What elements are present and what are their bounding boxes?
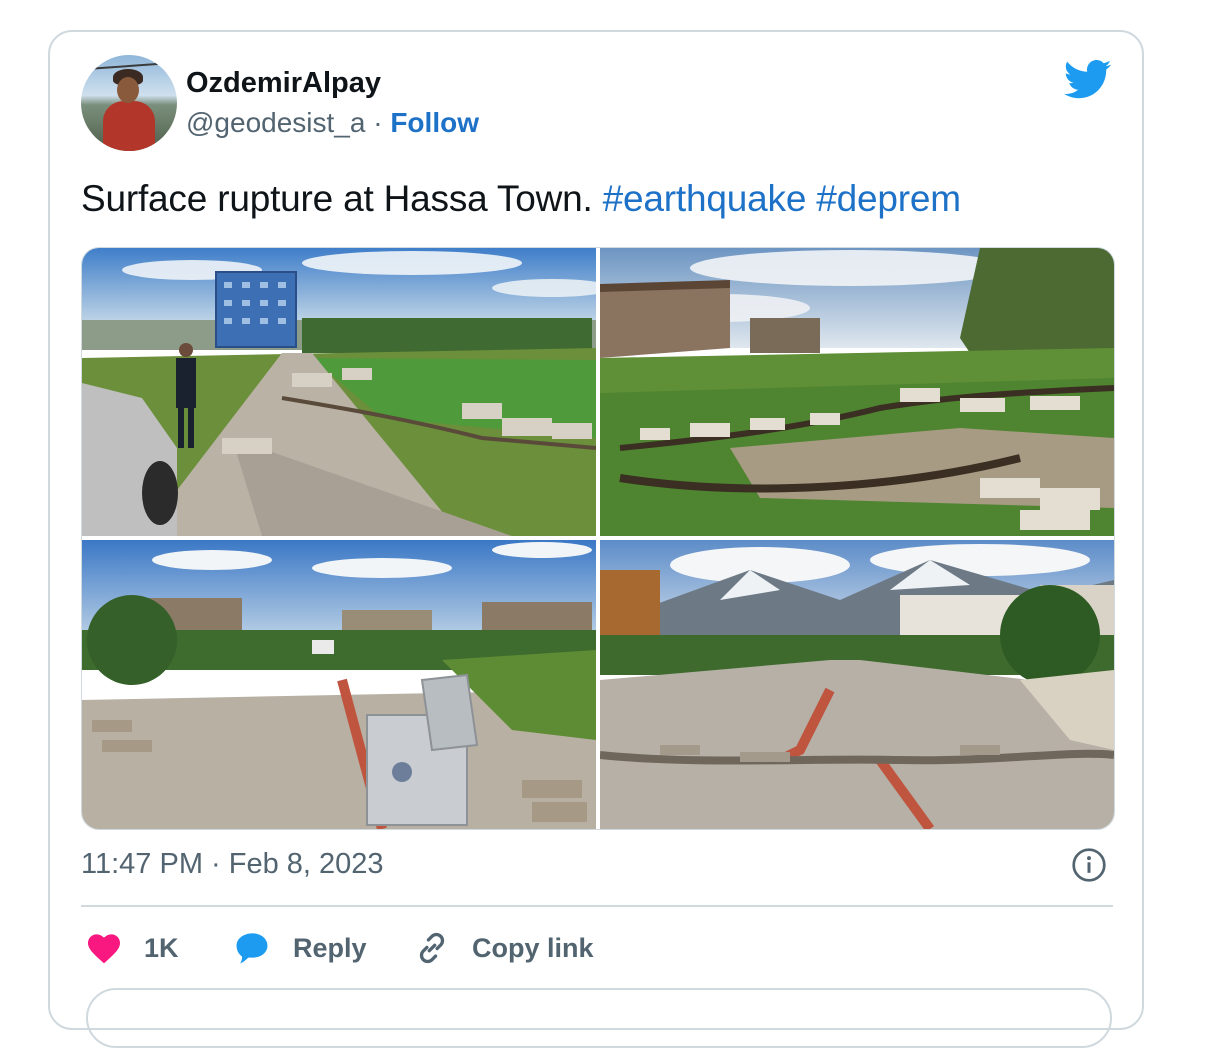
author-handle[interactable]: @geodesist_a	[186, 107, 365, 138]
avatar-torso	[103, 101, 155, 151]
author-name[interactable]: OzdemirAlpay	[186, 67, 381, 100]
copy-link-button[interactable]: Copy link	[414, 928, 594, 968]
handle-separator: ·	[365, 107, 391, 138]
like-button[interactable]: 1K	[86, 928, 179, 968]
twitter-bird-icon[interactable]	[1064, 60, 1112, 100]
avatar-head	[117, 77, 139, 103]
tweet-text: Surface rupture at Hassa Town. #earthqua…	[81, 178, 961, 220]
read-replies-button[interactable]	[86, 988, 1112, 1048]
follow-button[interactable]: Follow	[390, 107, 479, 138]
media-grid	[81, 247, 1115, 830]
copy-link-label: Copy link	[472, 932, 594, 963]
media-photo-2[interactable]	[600, 248, 1114, 536]
media-photo-3[interactable]	[82, 540, 596, 829]
info-icon[interactable]	[1071, 847, 1107, 883]
photo-street-container-image	[82, 540, 596, 829]
photo-street-mountains-image	[600, 540, 1114, 829]
hashtag-earthquake[interactable]: #earthquake	[603, 178, 807, 219]
tweet-timestamp[interactable]: 11:47 PM · Feb 8, 2023	[81, 848, 384, 881]
divider	[81, 905, 1113, 907]
speech-bubble-icon	[236, 933, 268, 964]
hashtag-space	[806, 178, 816, 219]
tweet-body: Surface rupture at Hassa Town.	[81, 178, 603, 219]
reply-label: Reply	[293, 932, 367, 963]
photo-road-rupture-image	[82, 248, 596, 536]
photo-field-rupture-image	[600, 248, 1114, 536]
avatar[interactable]	[81, 55, 177, 151]
handle-row: @geodesist_a · Follow	[186, 107, 479, 139]
link-icon	[419, 932, 445, 964]
like-count: 1K	[144, 932, 179, 963]
heart-icon	[88, 934, 120, 964]
hashtag-deprem[interactable]: #deprem	[816, 178, 961, 219]
media-photo-4[interactable]	[600, 540, 1114, 829]
reply-button[interactable]: Reply	[233, 928, 367, 968]
media-photo-1[interactable]	[82, 248, 596, 536]
